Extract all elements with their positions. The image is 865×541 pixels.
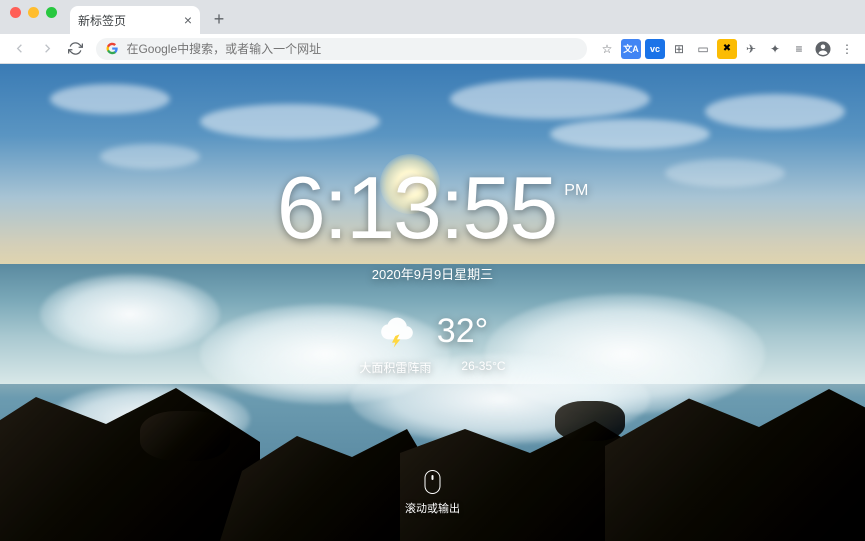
tab-close-icon[interactable]: × — [184, 12, 192, 28]
tab-bar: 新标签页 × + — [0, 0, 865, 34]
thunderstorm-icon — [377, 311, 417, 351]
devtools-extension-icon[interactable]: ⊞ — [669, 39, 689, 59]
google-icon — [106, 42, 118, 55]
monitor-extension-icon[interactable]: ▭ — [693, 39, 713, 59]
clock-ampm: PM — [564, 182, 588, 200]
new-tab-content: 6:13:55 PM 2020年9月9日星期三 32° 大面积雷阵雨 26-35… — [0, 64, 865, 541]
translate-extension-icon[interactable]: 文A — [621, 39, 641, 59]
menu-button[interactable]: ⋮ — [837, 39, 857, 59]
browser-tab[interactable]: 新标签页 × — [70, 6, 200, 34]
bar-extension-icon[interactable]: ≡ — [789, 39, 809, 59]
weather-widget[interactable]: 32° — [377, 311, 488, 351]
profile-avatar[interactable] — [813, 39, 833, 59]
clock-time: 6:13:55 — [277, 164, 557, 252]
extensions-menu-icon[interactable]: ✦ — [765, 39, 785, 59]
back-button[interactable] — [8, 38, 30, 60]
forward-button[interactable] — [36, 38, 58, 60]
scroll-hint[interactable]: 滚动或输出 — [405, 470, 460, 516]
tab-title: 新标签页 — [78, 12, 126, 29]
date-text: 2020年9月9日星期三 — [372, 264, 493, 283]
reload-button[interactable] — [64, 38, 86, 60]
window-close-button[interactable] — [10, 7, 21, 18]
window-minimize-button[interactable] — [28, 7, 39, 18]
weather-range: 26-35°C — [461, 359, 505, 376]
omnibox[interactable] — [96, 38, 587, 60]
scroll-hint-text: 滚动或输出 — [405, 500, 460, 516]
window-maximize-button[interactable] — [46, 7, 57, 18]
star-icon[interactable]: ☆ — [597, 39, 617, 59]
search-input[interactable] — [126, 42, 577, 56]
extension-icons: ☆ 文A vc ⊞ ▭ ✖ ✈ ✦ ≡ ⋮ — [597, 39, 857, 59]
weather-temp: 32° — [437, 312, 488, 351]
new-tab-button[interactable]: + — [206, 6, 232, 32]
weather-desc: 大面积雷阵雨 — [359, 359, 431, 376]
clock: 6:13:55 PM — [277, 164, 589, 252]
pin-extension-icon[interactable]: ✈ — [741, 39, 761, 59]
yellow-extension-icon[interactable]: ✖ — [717, 39, 737, 59]
vc-extension-icon[interactable]: vc — [645, 39, 665, 59]
mouse-icon — [425, 470, 441, 494]
toolbar: ☆ 文A vc ⊞ ▭ ✖ ✈ ✦ ≡ ⋮ — [0, 34, 865, 64]
